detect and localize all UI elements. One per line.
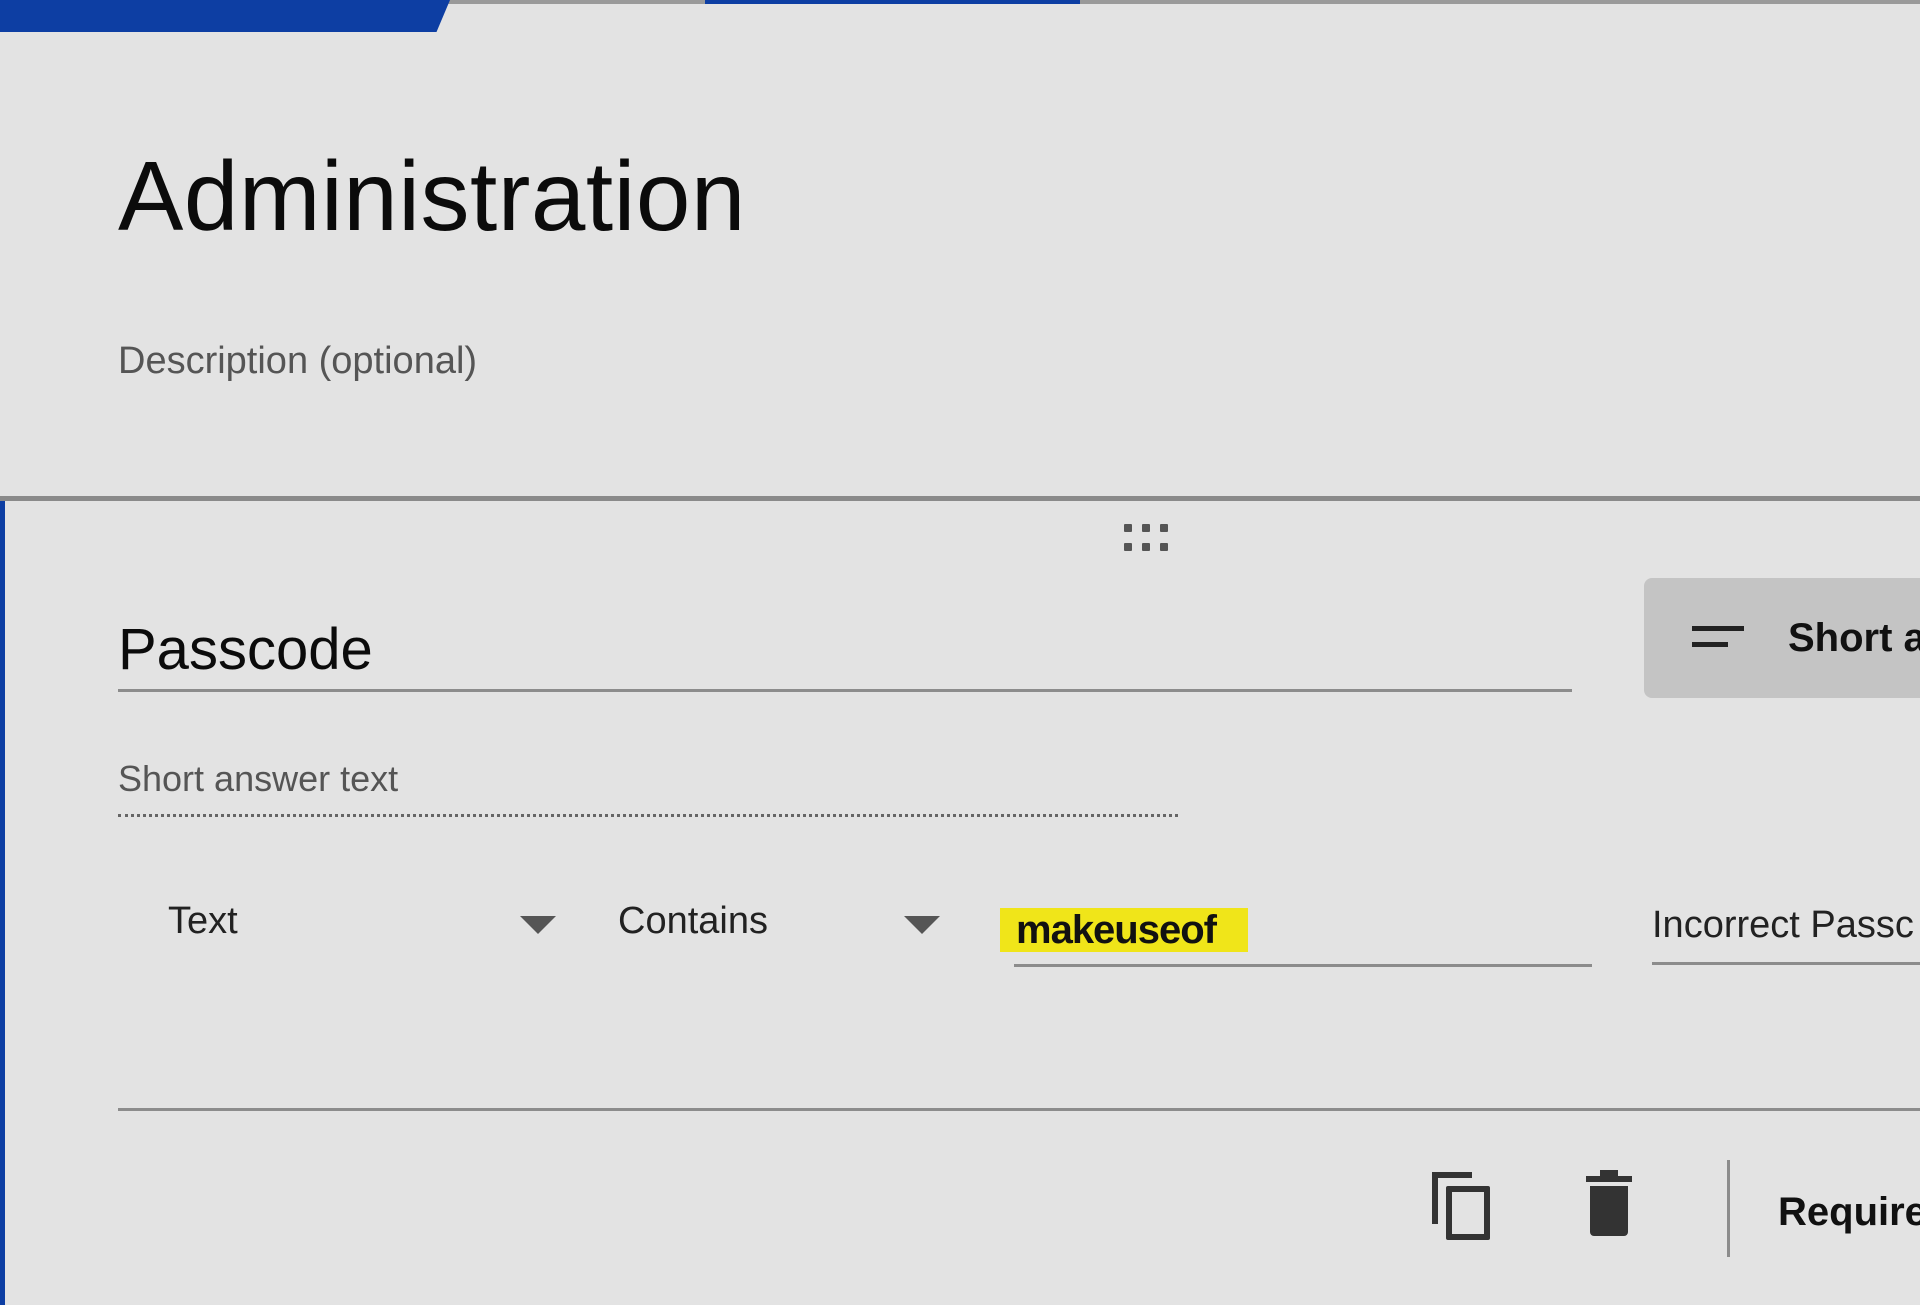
validation-type-label: Text: [168, 900, 238, 942]
chevron-down-icon: [520, 916, 556, 934]
validation-value-underline: [1014, 964, 1592, 967]
drag-handle-icon[interactable]: [1124, 524, 1176, 554]
card-footer-divider: [118, 1108, 1920, 1111]
short-answer-icon: [1692, 626, 1744, 656]
custom-error-text: Incorrect Passc: [1652, 904, 1914, 946]
form-header-accent: [0, 0, 450, 32]
active-card-indicator: [0, 501, 5, 1305]
validation-value-input[interactable]: makeuseof: [1000, 908, 1592, 968]
validation-type-dropdown[interactable]: Text: [168, 900, 558, 960]
required-toggle-label[interactable]: Require: [1778, 1190, 1920, 1235]
validation-value-text: makeuseof: [1016, 908, 1217, 952]
short-answer-dotted-line: [118, 814, 1178, 817]
chevron-down-icon: [904, 916, 940, 934]
form-description-field[interactable]: Description (optional): [118, 340, 477, 383]
card-top-divider: [0, 496, 1920, 501]
footer-separator: [1727, 1160, 1730, 1257]
form-editor: Administration Description (optional) Pa…: [0, 0, 1920, 1305]
active-tab-indicator: [705, 0, 1080, 4]
question-type-label: Short a: [1788, 616, 1920, 660]
question-type-dropdown[interactable]: Short a: [1644, 578, 1920, 698]
copy-icon[interactable]: [1428, 1168, 1498, 1244]
question-title-underline: [118, 689, 1572, 692]
question-title-input[interactable]: Passcode: [118, 616, 373, 683]
custom-error-text-input[interactable]: Incorrect Passc: [1652, 900, 1920, 970]
custom-error-underline: [1652, 962, 1920, 965]
short-answer-placeholder: Short answer text: [118, 758, 399, 799]
validation-condition-dropdown[interactable]: Contains: [618, 900, 948, 960]
trash-icon[interactable]: [1584, 1170, 1634, 1246]
form-title[interactable]: Administration: [118, 140, 746, 253]
validation-condition-label: Contains: [618, 900, 768, 942]
